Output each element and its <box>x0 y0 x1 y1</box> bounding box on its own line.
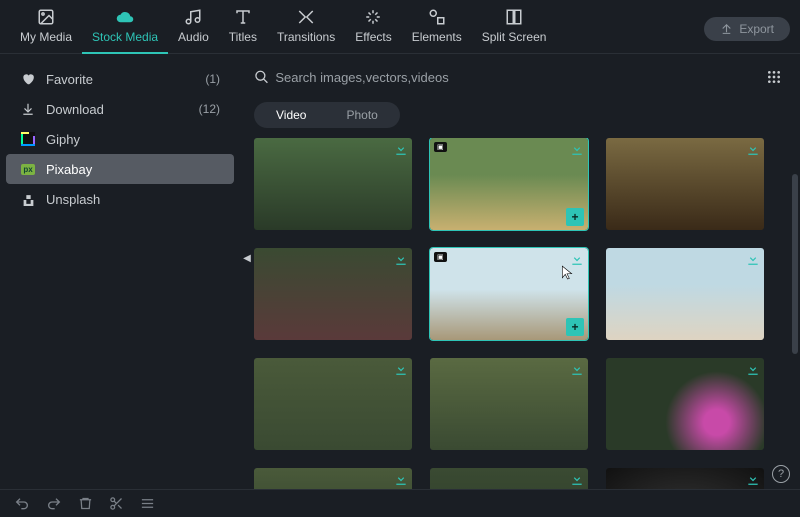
media-grid: ▣ + ▣ + <box>240 138 800 489</box>
download-icon[interactable] <box>570 252 584 266</box>
search-input[interactable] <box>275 70 758 85</box>
add-button[interactable]: + <box>566 318 584 336</box>
delete-button[interactable] <box>78 496 93 511</box>
sidebar-item-download[interactable]: Download (12) <box>6 94 234 124</box>
media-thumbnail[interactable]: ▣ + <box>430 248 588 340</box>
sidebar-item-count: (12) <box>199 102 220 116</box>
tab-label: Effects <box>355 30 391 44</box>
download-icon[interactable] <box>570 472 584 486</box>
media-thumbnail[interactable] <box>606 138 764 230</box>
cloud-icon <box>116 8 134 26</box>
tab-my-media[interactable]: My Media <box>10 4 82 54</box>
tab-label: Stock Media <box>92 30 158 44</box>
download-icon[interactable] <box>746 362 760 376</box>
media-thumbnail[interactable] <box>254 468 412 489</box>
undo-button[interactable] <box>14 496 30 512</box>
sidebar-item-label: Favorite <box>46 72 93 87</box>
tab-audio[interactable]: Audio <box>168 4 219 54</box>
footer-toolbar <box>0 489 800 517</box>
tab-elements[interactable]: Elements <box>402 4 472 54</box>
camera-badge-icon: ▣ <box>434 252 447 262</box>
redo-button[interactable] <box>46 496 62 512</box>
export-button[interactable]: Export <box>704 17 790 41</box>
add-button[interactable]: + <box>566 208 584 226</box>
download-icon[interactable] <box>570 362 584 376</box>
tab-label: Elements <box>412 30 462 44</box>
export-label: Export <box>739 22 774 36</box>
download-icon[interactable] <box>394 252 408 266</box>
media-thumbnail[interactable] <box>430 468 588 489</box>
tab-label: Split Screen <box>482 30 547 44</box>
download-icon[interactable] <box>746 142 760 156</box>
media-thumbnail[interactable] <box>254 358 412 450</box>
scrollbar[interactable] <box>792 174 798 354</box>
unsplash-icon <box>20 191 36 207</box>
sidebar-item-unsplash[interactable]: Unsplash <box>6 184 234 214</box>
heart-icon <box>20 71 36 87</box>
camera-badge-icon: ▣ <box>434 142 447 152</box>
top-nav: My Media Stock Media Audio Titles Transi… <box>0 0 800 54</box>
upload-icon <box>720 22 733 35</box>
tab-stock-media[interactable]: Stock Media <box>82 4 168 54</box>
sidebar-item-label: Pixabay <box>46 162 92 177</box>
shapes-icon <box>428 8 446 26</box>
sidebar: Favorite (1) Download (12) Giphy px Pixa… <box>0 54 240 489</box>
sidebar-item-label: Unsplash <box>46 192 100 207</box>
download-icon[interactable] <box>746 252 760 266</box>
sidebar-item-pixabay[interactable]: px Pixabay <box>6 154 234 184</box>
tab-titles[interactable]: Titles <box>219 4 267 54</box>
giphy-icon <box>20 131 36 147</box>
main-area: Favorite (1) Download (12) Giphy px Pixa… <box>0 54 800 489</box>
download-icon[interactable] <box>394 472 408 486</box>
download-icon[interactable] <box>394 142 408 156</box>
sidebar-item-label: Giphy <box>46 132 80 147</box>
media-thumbnail[interactable] <box>606 248 764 340</box>
tab-label: Audio <box>178 30 209 44</box>
subtab-video[interactable]: Video <box>256 104 326 126</box>
tab-effects[interactable]: Effects <box>345 4 401 54</box>
media-thumbnail[interactable] <box>606 358 764 450</box>
sidebar-item-favorite[interactable]: Favorite (1) <box>6 64 234 94</box>
download-icon[interactable] <box>746 472 760 486</box>
download-icon[interactable] <box>394 362 408 376</box>
help-button[interactable]: ? <box>772 465 790 483</box>
media-thumbnail[interactable] <box>254 248 412 340</box>
pixabay-icon: px <box>20 161 36 177</box>
tab-transitions[interactable]: Transitions <box>267 4 345 54</box>
music-icon <box>184 8 202 26</box>
menu-button[interactable] <box>140 496 155 511</box>
download-icon[interactable] <box>570 142 584 156</box>
transition-icon <box>297 8 315 26</box>
image-icon <box>37 8 55 26</box>
sidebar-item-count: (1) <box>205 72 220 86</box>
tab-split-screen[interactable]: Split Screen <box>472 4 557 54</box>
sparkle-icon <box>364 8 382 26</box>
split-icon <box>505 8 523 26</box>
tab-label: Transitions <box>277 30 335 44</box>
media-thumbnail[interactable] <box>430 358 588 450</box>
sidebar-item-label: Download <box>46 102 104 117</box>
sidebar-item-giphy[interactable]: Giphy <box>6 124 234 154</box>
content-panel: Video Photo ▣ + ▣ + <box>240 54 800 489</box>
text-icon <box>234 8 252 26</box>
search-bar <box>240 54 800 98</box>
tab-label: Titles <box>229 30 257 44</box>
search-icon <box>254 69 269 85</box>
grid-view-icon[interactable] <box>766 69 782 85</box>
media-thumbnail[interactable] <box>606 468 764 489</box>
subtab-photo[interactable]: Photo <box>326 104 397 126</box>
media-type-tabs: Video Photo <box>240 98 800 138</box>
cut-button[interactable] <box>109 496 124 511</box>
media-thumbnail[interactable] <box>254 138 412 230</box>
media-thumbnail[interactable]: ▣ + <box>430 138 588 230</box>
tab-label: My Media <box>20 30 72 44</box>
download-icon <box>20 101 36 117</box>
